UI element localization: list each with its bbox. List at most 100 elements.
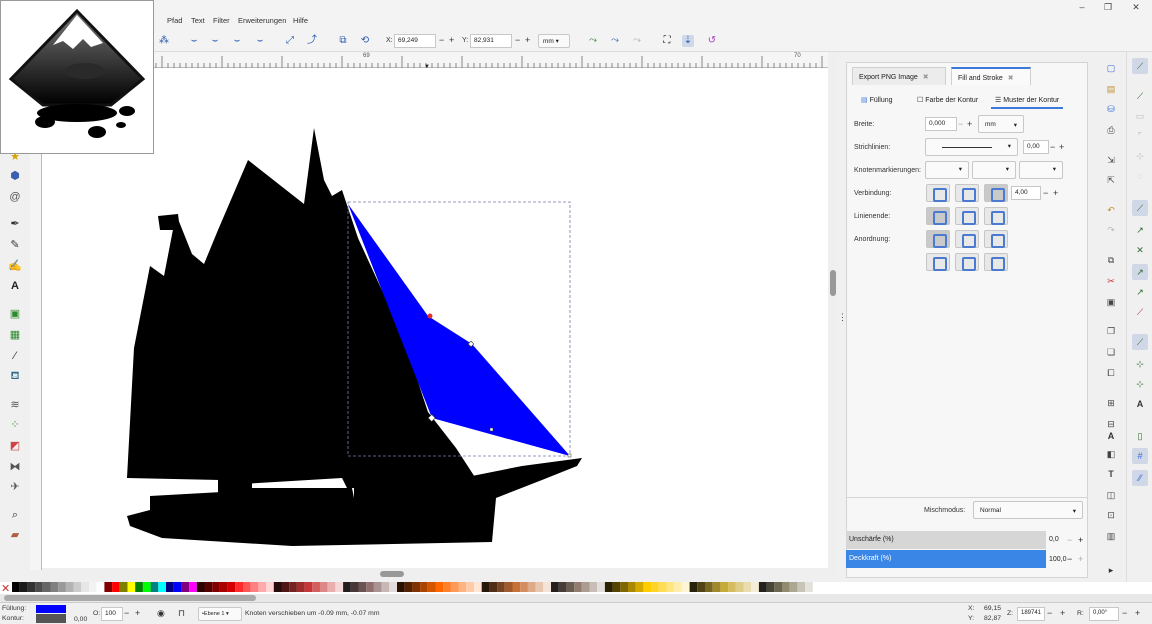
palette-swatch[interactable] — [158, 582, 166, 592]
snap-rotation-center-icon[interactable]: ⊹ — [1132, 376, 1148, 392]
palette-swatch[interactable] — [527, 582, 536, 592]
palette-swatch[interactable] — [12, 582, 20, 592]
align-icon[interactable]: ⊡ — [1105, 509, 1117, 521]
restore-button[interactable]: ❐ — [1098, 2, 1118, 14]
palette-swatch[interactable] — [166, 582, 174, 592]
dash-offset-decrement[interactable]: − — [1050, 142, 1055, 152]
opacity-increment[interactable]: + — [1078, 554, 1083, 564]
palette-swatch[interactable] — [119, 582, 128, 592]
opacity-status-increment[interactable]: + — [135, 608, 140, 618]
palette-swatch[interactable] — [381, 582, 390, 592]
ship-sail-shape[interactable] — [127, 128, 482, 498]
palette-swatch[interactable] — [173, 582, 182, 592]
palette-swatch[interactable] — [797, 582, 806, 592]
miter-limit-input[interactable]: 4,00 — [1011, 186, 1041, 200]
snap-toggle-icon[interactable]: ⟋ — [1132, 58, 1148, 74]
opacity-status-decrement[interactable]: − — [124, 608, 129, 618]
palette-swatch[interactable] — [343, 582, 351, 592]
text-dialog-icon[interactable]: T — [1105, 468, 1117, 480]
palette-swatch[interactable] — [58, 582, 66, 592]
color-palette[interactable]: ✕ — [0, 582, 1152, 595]
zoom-input[interactable]: 189741 — [1017, 607, 1045, 621]
order-markers-fill-stroke-button[interactable] — [926, 253, 950, 271]
calligraphy-icon[interactable]: ✍ — [8, 259, 22, 273]
palette-swatch[interactable] — [127, 582, 136, 592]
palette-swatch[interactable] — [50, 582, 59, 592]
palette-swatch[interactable] — [320, 582, 328, 592]
snap-bbox-icon[interactable]: ⟋ — [1132, 88, 1148, 104]
palette-swatch[interactable] — [219, 582, 228, 592]
palette-swatch[interactable] — [635, 582, 644, 592]
palette-scroll-thumb[interactable] — [4, 595, 256, 601]
opacity-slider[interactable]: Deckkraft (%) — [846, 550, 1046, 568]
palette-swatch[interactable] — [551, 582, 559, 592]
breite-increment-button[interactable]: + — [967, 119, 972, 129]
snap-others-icon[interactable]: ⟋ — [1132, 334, 1148, 350]
palette-swatch[interactable] — [766, 582, 775, 592]
hscroll-thumb[interactable] — [380, 571, 404, 577]
snap-cusp-nodes-icon[interactable]: ↗ — [1132, 264, 1148, 280]
close-window-button[interactable]: ✕ — [1126, 2, 1146, 14]
order-fill-markers-stroke-button[interactable] — [984, 230, 1008, 248]
palette-swatches[interactable]: ✕ — [0, 582, 1152, 595]
segment-line-icon[interactable]: ⤢ — [284, 35, 296, 47]
palette-swatch[interactable] — [720, 582, 729, 592]
palette-swatch[interactable] — [805, 582, 813, 592]
opacity-decrement[interactable]: − — [1067, 554, 1072, 564]
xml-editor-icon[interactable]: ◧ — [1105, 448, 1117, 460]
fill-swatch[interactable] — [36, 605, 66, 613]
zoom-icon[interactable]: ⌕ — [8, 508, 22, 522]
spray-icon[interactable]: ⁘ — [8, 418, 22, 432]
palette-swatch[interactable] — [458, 582, 467, 592]
unlink-clone-icon[interactable]: ⧠ — [1105, 367, 1117, 379]
x-increment-button[interactable]: + — [449, 35, 454, 45]
palette-swatch[interactable] — [289, 582, 297, 592]
palette-swatch[interactable] — [35, 582, 43, 592]
minimize-button[interactable]: – — [1072, 2, 1092, 14]
palette-swatch[interactable] — [697, 582, 705, 592]
palette-swatch[interactable] — [674, 582, 682, 592]
y-increment-button[interactable]: + — [525, 35, 530, 45]
palette-swatch[interactable] — [212, 582, 220, 592]
palette-swatch[interactable] — [789, 582, 798, 592]
snap-bbox-midpoints-icon[interactable]: ⊹ — [1132, 148, 1148, 164]
dropper-icon[interactable]: ⁄ — [8, 349, 22, 363]
x-input[interactable]: 69,249 — [394, 34, 436, 48]
palette-swatch[interactable] — [589, 582, 598, 592]
palette-swatch[interactable] — [574, 582, 582, 592]
no-paint-icon[interactable]: ✕ — [1, 583, 10, 595]
text-font-icon[interactable]: A — [1105, 430, 1117, 442]
palette-swatch[interactable] — [89, 582, 97, 592]
close-tab-icon[interactable]: ✖ — [1008, 75, 1014, 82]
snap-grid-icon[interactable]: # — [1132, 448, 1148, 464]
palette-swatch[interactable] — [474, 582, 482, 592]
palette-swatch[interactable] — [504, 582, 513, 592]
snap-smooth-nodes-icon[interactable]: ↗ — [1132, 284, 1148, 300]
dash-offset-increment[interactable]: + — [1059, 142, 1064, 152]
palette-swatch[interactable] — [658, 582, 667, 592]
palette-swatch[interactable] — [350, 582, 359, 592]
order-fill-stroke-markers-button[interactable] — [926, 230, 950, 248]
palette-swatch[interactable] — [27, 582, 36, 592]
show-clip-icon[interactable]: ↺ — [706, 35, 718, 47]
palette-swatch[interactable] — [96, 582, 105, 592]
subtab-fuellung[interactable]: ▤ Füllung — [857, 91, 897, 109]
palette-swatch[interactable] — [327, 582, 336, 592]
palette-swatch[interactable] — [243, 582, 251, 592]
palette-swatch[interactable] — [281, 582, 290, 592]
palette-swatch[interactable] — [358, 582, 367, 592]
breite-input[interactable]: 0,000 — [925, 117, 957, 131]
connector-icon[interactable]: ⧓ — [8, 460, 22, 474]
eraser-icon[interactable]: ◩ — [8, 439, 22, 453]
mesh-icon[interactable]: ▦ — [8, 328, 22, 342]
copy-icon[interactable]: ⧉ — [1105, 254, 1117, 266]
snap-text-baseline-icon[interactable]: A — [1132, 396, 1148, 412]
order-markers-stroke-fill-button[interactable] — [984, 253, 1008, 271]
palette-swatch[interactable] — [497, 582, 505, 592]
rotation-increment[interactable]: + — [1135, 608, 1140, 618]
palette-swatch[interactable] — [42, 582, 51, 592]
path-node-1[interactable] — [427, 313, 433, 319]
show-outline-icon[interactable]: ⤳ — [609, 35, 621, 47]
palette-swatch[interactable] — [728, 582, 736, 592]
palette-swatch[interactable] — [735, 582, 744, 592]
